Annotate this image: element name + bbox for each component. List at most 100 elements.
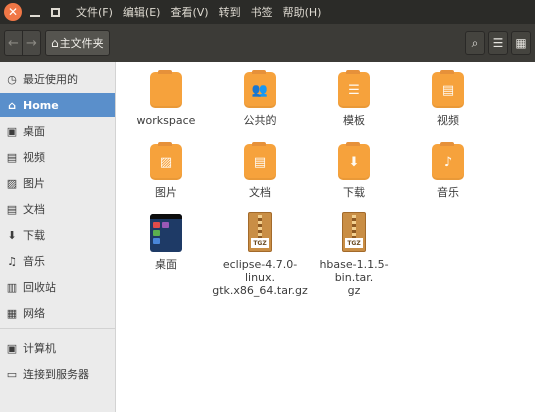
menu-go[interactable]: 转到 <box>219 4 241 20</box>
file-item-public[interactable]: 👥 公共的 <box>212 70 308 127</box>
back-arrow-icon: ← <box>8 35 19 51</box>
menu-bar: ✕ 文件(F) 编辑(E) 查看(V) 转到 书签 帮助(H) <box>0 0 535 24</box>
archive-badge: TGZ <box>345 238 363 248</box>
sidebar-item-downloads[interactable]: ⬇ 下载 <box>0 223 115 247</box>
sidebar-item-home[interactable]: ⌂ Home <box>0 93 115 117</box>
sidebar-item-connect-server[interactable]: ▭ 连接到服务器 <box>0 362 115 386</box>
grid-view-button[interactable]: ▦ <box>511 31 531 55</box>
sidebar-item-trash[interactable]: ▥ 回收站 <box>0 275 115 299</box>
search-icon: ⌕ <box>471 35 479 50</box>
sidebar-item-music[interactable]: ♫ 音乐 <box>0 249 115 273</box>
sidebar-item-label: 文档 <box>23 203 45 216</box>
sidebar-item-label: 连接到服务器 <box>23 368 89 381</box>
sidebar-item-label: 网络 <box>23 307 45 320</box>
sidebar-item-network[interactable]: ▦ 网络 <box>0 301 115 325</box>
computer-icon: ▣ <box>6 341 18 355</box>
desktop-icon: ▣ <box>6 124 18 138</box>
sidebar-item-label: 视频 <box>23 151 45 164</box>
toolbar: ← → ⌂ 主文件夹 ⌕ ☰ ▦ <box>0 24 535 62</box>
sidebar-divider <box>0 328 115 329</box>
back-button[interactable]: ← <box>5 31 22 55</box>
file-label: 图片 <box>155 186 177 199</box>
sidebar-item-label: 音乐 <box>23 255 45 268</box>
search-button[interactable]: ⌕ <box>465 31 485 55</box>
archive-icon: TGZ <box>248 212 272 252</box>
maximize-icon <box>50 7 60 17</box>
minimize-icon <box>30 15 40 17</box>
file-label: 模板 <box>343 114 365 127</box>
menu-help[interactable]: 帮助(H) <box>283 4 322 20</box>
breadcrumb-home[interactable]: ⌂ 主文件夹 <box>45 30 110 56</box>
folder-videos-icon: ▤ <box>432 70 464 108</box>
file-label: 下载 <box>343 186 365 199</box>
close-icon: ✕ <box>7 5 19 19</box>
file-label: 公共的 <box>243 114 277 127</box>
file-label: 文档 <box>249 186 271 199</box>
file-label: workspace <box>136 114 196 127</box>
folder-icon <box>150 70 182 108</box>
menu-list: 文件(F) 编辑(E) 查看(V) 转到 书签 帮助(H) <box>76 4 331 20</box>
file-label: eclipse-4.7.0-linux. gtk.x86_64.tar.gz <box>212 258 308 297</box>
home-icon: ⌂ <box>51 36 59 50</box>
forward-arrow-icon: → <box>26 35 37 51</box>
sidebar-item-pictures[interactable]: ▨ 图片 <box>0 171 115 195</box>
folder-documents-icon: ▤ <box>244 142 276 180</box>
menu-file[interactable]: 文件(F) <box>76 4 113 20</box>
sidebar-item-desktop[interactable]: ▣ 桌面 <box>0 119 115 143</box>
trash-icon: ▥ <box>6 280 18 294</box>
folder-downloads-icon: ⬇ <box>338 142 370 180</box>
file-item-hbase-archive[interactable]: TGZ hbase-1.1.5-bin.tar. gz <box>306 212 402 297</box>
maximize-button[interactable] <box>48 5 62 19</box>
sidebar: ◷ 最近使用的 ⌂ Home ▣ 桌面 ▤ 视频 ▨ 图片 ▤ 文档 ⬇ 下载 … <box>0 62 116 412</box>
sidebar-item-videos[interactable]: ▤ 视频 <box>0 145 115 169</box>
sidebar-item-recent[interactable]: ◷ 最近使用的 <box>0 67 115 91</box>
music-icon: ♫ <box>7 254 17 268</box>
sidebar-item-label: 最近使用的 <box>23 73 78 86</box>
file-item-workspace[interactable]: workspace <box>118 70 214 127</box>
document-icon: ▤ <box>6 202 18 216</box>
sidebar-item-label: 计算机 <box>23 342 56 355</box>
minimize-button[interactable] <box>28 5 42 19</box>
desktop-folder-icon <box>150 214 182 252</box>
folder-public-icon: 👥 <box>244 70 276 108</box>
sidebar-item-label: 桌面 <box>23 125 45 138</box>
server-icon: ▭ <box>6 367 18 381</box>
file-label: hbase-1.1.5-bin.tar. gz <box>319 258 389 297</box>
list-view-button[interactable]: ☰ <box>488 31 508 55</box>
archive-icon: TGZ <box>342 212 366 252</box>
image-icon: ▨ <box>6 176 18 190</box>
nav-buttons: ← → <box>4 30 41 56</box>
sidebar-item-label: 下载 <box>23 229 45 242</box>
grid-view-icon: ▦ <box>515 36 527 50</box>
folder-templates-icon: ☰ <box>338 70 370 108</box>
close-button[interactable]: ✕ <box>4 3 22 21</box>
sidebar-item-documents[interactable]: ▤ 文档 <box>0 197 115 221</box>
file-item-eclipse-archive[interactable]: TGZ eclipse-4.7.0-linux. gtk.x86_64.tar.… <box>212 212 308 297</box>
clock-icon: ◷ <box>7 72 17 86</box>
file-label: 音乐 <box>437 186 459 199</box>
sidebar-item-label: Home <box>23 98 59 112</box>
menu-edit[interactable]: 编辑(E) <box>123 4 161 20</box>
file-label: 视频 <box>437 114 459 127</box>
file-item-templates[interactable]: ☰ 模板 <box>306 70 402 127</box>
file-item-videos[interactable]: ▤ 视频 <box>400 70 496 127</box>
file-item-pictures[interactable]: ▨ 图片 <box>118 142 214 199</box>
list-view-icon: ☰ <box>492 36 504 50</box>
file-item-downloads[interactable]: ⬇ 下载 <box>306 142 402 199</box>
breadcrumb-label: 主文件夹 <box>59 37 104 50</box>
sidebar-item-computer[interactable]: ▣ 计算机 <box>0 336 115 360</box>
file-item-music[interactable]: ♪ 音乐 <box>400 142 496 199</box>
menu-bookmarks[interactable]: 书签 <box>251 4 273 20</box>
forward-button[interactable]: → <box>22 31 40 55</box>
sidebar-item-label: 图片 <box>23 177 45 190</box>
archive-badge: TGZ <box>251 238 269 248</box>
file-item-documents[interactable]: ▤ 文档 <box>212 142 308 199</box>
file-item-desktop[interactable]: 桌面 <box>118 214 214 271</box>
download-icon: ⬇ <box>7 228 17 242</box>
film-icon: ▤ <box>6 150 18 164</box>
menu-view[interactable]: 查看(V) <box>170 4 208 20</box>
network-icon: ▦ <box>6 306 18 320</box>
file-label: 桌面 <box>155 258 177 271</box>
home-icon: ⌂ <box>8 98 16 112</box>
toolbar-right: ⌕ ☰ ▦ <box>462 31 531 55</box>
